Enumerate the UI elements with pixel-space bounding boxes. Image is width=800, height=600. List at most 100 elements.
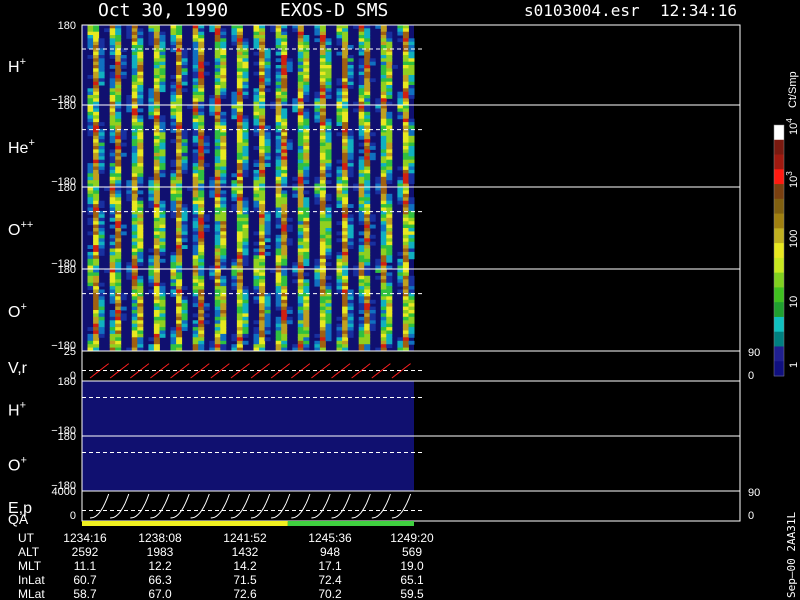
spectrogram-cell [192,166,199,171]
spectrogram-cell [131,55,138,59]
spectrogram-cell [198,45,205,49]
spectrogram-cell [236,269,243,273]
spectrogram-cell [292,105,299,109]
spectrogram-cell [159,81,166,86]
spectrogram-cell [104,187,111,191]
spectrogram-cell [259,85,266,89]
spectrogram-cell [192,71,199,76]
spectrogram-cell [220,190,227,195]
spectrogram-cell [214,149,221,154]
ephemeris-value: 1234:16 [63,531,107,545]
spectrogram-cell [148,35,155,39]
spectrogram-cell [220,61,227,66]
spectrogram-cell [148,272,155,277]
spectrogram-cell [115,251,122,256]
spectrogram-cell [386,221,393,226]
spectrogram-cell [275,38,282,43]
spectrogram-cell [93,262,100,267]
spectrogram-cell [109,135,116,140]
spectrogram-cell [170,75,177,79]
spectrogram-cell [325,135,332,140]
spectrogram-cell [319,85,326,89]
spectrogram-cell [176,163,183,167]
spectrogram-cell [93,166,100,171]
spectrogram-cell [297,306,304,311]
spectrogram-cell [408,38,415,43]
spectrogram-cell [336,108,343,113]
spectrogram-cell [364,313,371,318]
spectrogram-cell [325,224,332,229]
spectrogram-cell [319,105,326,109]
spectrogram-cell [198,245,205,249]
spectrogram-cell [402,306,409,311]
spectrogram-cell [176,327,183,331]
spectrogram-cell [259,156,266,161]
spectrogram-cell [342,234,349,239]
spectrogram-cell [325,156,332,161]
spectrogram-cell [281,166,288,171]
spectrogram-cell [297,221,304,226]
spectrogram-cell [198,31,205,36]
spectrogram-cell [281,241,288,246]
spectrogram-cell [159,173,166,178]
colorbar: Ct/Smp110100103104 [773,71,800,377]
spectrogram-cell [408,71,415,76]
spectrogram-cell [109,190,116,195]
spectrogram-cell [253,272,260,277]
spectrogram-cell [214,139,221,144]
spectrogram-cell [397,108,404,113]
spectrogram-cell [347,159,354,164]
spectrogram-cell [137,28,144,33]
spectrogram-cell [148,269,155,273]
spectrogram-cell [231,190,238,195]
spectrogram-cell [342,262,349,267]
spectrogram-cell [380,58,387,63]
spectrogram-cell [314,31,321,36]
spectrogram-cell [98,163,105,167]
ephemeris-value: 1249:20 [390,531,434,545]
spectrogram-cell [342,118,349,123]
spectrogram-cell [153,25,160,29]
spectrogram-cell [137,306,144,311]
spectrogram-cell [397,340,404,345]
spectrogram-cell [192,238,199,243]
spectrogram-cell [137,214,144,219]
spectrogram-cell [93,105,100,109]
spectrogram-cell [364,98,371,103]
spectrogram-cell [137,330,144,335]
spectrogram-cell [198,68,205,73]
spectrogram-cell [170,289,177,294]
spectrogram-cell [386,217,393,222]
spectrogram-cell [408,323,415,328]
spectrogram-cell [87,207,94,212]
spectrogram-cell [342,282,349,287]
spectrogram-cell [259,58,266,63]
spectrogram-cell [159,51,166,56]
spectrogram-cell [380,139,387,144]
spectrogram-cell [303,310,310,314]
spectrogram-cell [159,156,166,161]
spectrogram-cell [214,262,221,267]
spectrogram-cell [153,180,160,185]
spectrogram-cell [93,228,100,232]
spectrogram-cell [93,81,100,86]
spectrogram-cell [220,279,227,284]
spectrogram-cell [402,303,409,308]
spectrogram-cell [275,187,282,191]
spectrogram-cell [358,197,365,202]
spectrogram-cell [93,217,100,222]
spectrogram-cell [115,125,122,130]
spectrogram-cell [148,258,155,263]
spectrogram-cell [342,41,349,46]
spectrogram-cell [259,200,266,205]
spectrogram-cell [198,296,205,301]
spectrogram-cell [342,241,349,246]
spectrogram-cell [303,65,310,69]
spectrogram-cell [364,132,371,137]
spectrogram-cell [176,159,183,164]
spectrogram-cell [325,132,332,137]
spectrogram-cell [176,238,183,243]
spectrogram-cell [364,303,371,308]
spectrogram-cell [153,248,160,253]
spectrogram-cell [93,122,100,126]
